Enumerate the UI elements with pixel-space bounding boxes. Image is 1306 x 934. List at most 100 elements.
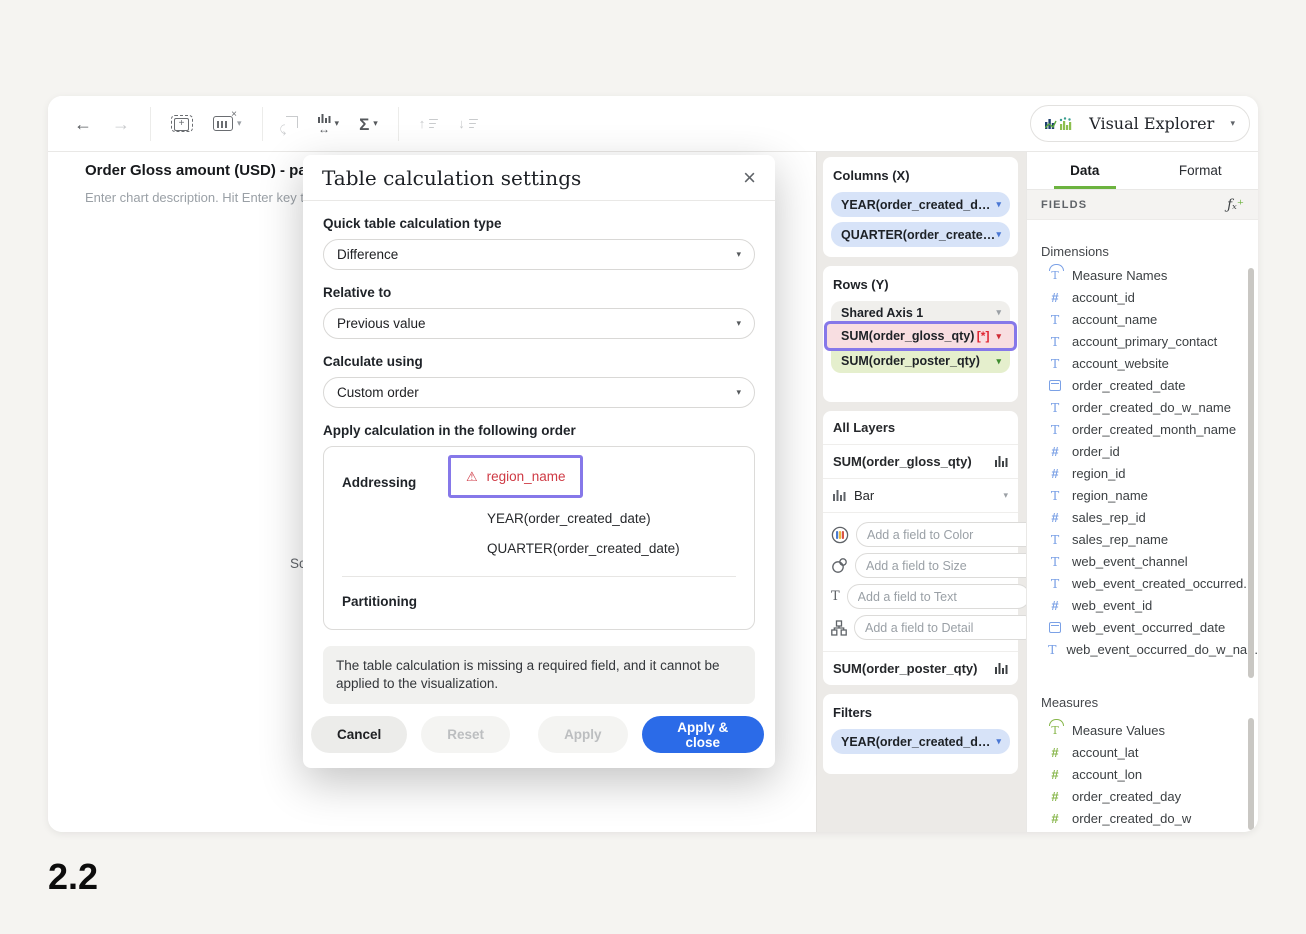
color-icon[interactable] [831, 526, 849, 544]
calc-type-select[interactable]: Difference [323, 239, 755, 270]
list-item[interactable]: account_id [1027, 286, 1258, 308]
calculation-order-box: Addressing region_name YEAR(order_create… [323, 446, 755, 630]
layer-sum-order-poster-qty[interactable]: SUM(order_poster_qty) [823, 651, 1018, 685]
list-item[interactable]: web_event_created_occurred... [1027, 572, 1258, 594]
swap-axes-icon [283, 116, 298, 131]
missing-field-item[interactable]: region_name [448, 455, 583, 498]
dimensions-scrollbar[interactable] [1248, 268, 1254, 678]
addressing-item[interactable]: YEAR(order_created_date) [487, 498, 736, 528]
tab-format[interactable]: Format [1143, 152, 1259, 189]
calc-type-value: Difference [337, 247, 398, 262]
pill-sum-order-poster-qty[interactable]: SUM(order_poster_qty) [831, 349, 1010, 373]
list-item[interactable]: web_event_id [1027, 594, 1258, 616]
detail-field-input[interactable] [854, 615, 1037, 640]
list-item[interactable]: sales_rep_name [1027, 528, 1258, 550]
apply-close-button[interactable]: Apply & close [642, 716, 764, 753]
forward-button[interactable] [112, 115, 130, 133]
add-chart-button[interactable] [171, 115, 193, 132]
field-label: order_id [1072, 444, 1120, 459]
size-icon[interactable] [831, 557, 848, 574]
field-label: web_event_occurred_date [1072, 620, 1225, 635]
text-icon [1048, 488, 1062, 503]
remove-chart-button[interactable] [213, 116, 242, 131]
mark-type-select[interactable]: Bar [823, 478, 1018, 512]
visual-explorer-selector[interactable]: Visual Explorer [1030, 105, 1250, 142]
list-item[interactable]: web_event_occurred_date [1027, 616, 1258, 638]
cancel-button[interactable]: Cancel [311, 716, 407, 753]
list-item[interactable]: account_lon [1027, 763, 1258, 785]
relative-to-select[interactable]: Previous value [323, 308, 755, 339]
measures-scrollbar[interactable] [1248, 718, 1254, 830]
pill-label: SUM(order_gloss_qty) [841, 329, 974, 343]
table-calculation-settings-modal: Table calculation settings Quick table c… [303, 155, 775, 768]
page-footer-label: 2.2 [48, 856, 98, 898]
sort-lines-icon [429, 119, 438, 129]
reset-button[interactable]: Reset [421, 716, 510, 753]
chevron-down-icon [237, 119, 242, 128]
list-item[interactable]: account_primary_contact [1027, 330, 1258, 352]
filters-shelf: Filters YEAR(order_created_date) [823, 694, 1018, 774]
list-item[interactable]: order_created_do_w [1027, 807, 1258, 829]
pill-sum-order-gloss-qty[interactable]: SUM(order_gloss_qty) [*] [827, 324, 1014, 348]
list-item[interactable]: account_name [1027, 308, 1258, 330]
list-item[interactable]: account_lat [1027, 741, 1258, 763]
chart-description-input[interactable]: Enter chart description. Hit Enter key t… [85, 190, 329, 205]
chart-orientation-button[interactable]: ↔ [318, 114, 340, 134]
list-item[interactable]: account_website [1027, 352, 1258, 374]
field-label: sales_rep_name [1072, 532, 1168, 547]
back-button[interactable] [74, 115, 92, 133]
pill-label: Shared Axis 1 [841, 306, 923, 320]
color-field-input[interactable] [856, 522, 1039, 547]
text-field-input[interactable] [847, 584, 1030, 609]
pill-quarter-order-created-date[interactable]: QUARTER(order_created_... [831, 222, 1010, 247]
aggregate-button[interactable] [359, 115, 378, 133]
sort-descending-button[interactable]: ↓ [458, 116, 478, 131]
list-item[interactable]: Measure Values [1027, 719, 1258, 741]
filter-pill-year-order-created-date[interactable]: YEAR(order_created_date) [831, 729, 1010, 754]
list-item[interactable]: order_id [1027, 440, 1258, 462]
calculate-using-select[interactable]: Custom order [323, 377, 755, 408]
pill-label: YEAR(order_created_date) [841, 735, 996, 749]
list-item[interactable]: order_created_date [1027, 374, 1258, 396]
list-item[interactable]: order_created_day [1027, 785, 1258, 807]
apply-button[interactable]: Apply [538, 716, 628, 753]
encodings: T [823, 512, 1018, 651]
list-item[interactable]: order_created_month_name [1027, 418, 1258, 440]
list-item[interactable] [1027, 829, 1258, 832]
chevron-down-icon[interactable] [996, 737, 1001, 746]
list-item[interactable]: region_id [1027, 462, 1258, 484]
list-item[interactable]: order_created_do_w_name [1027, 396, 1258, 418]
warning-icon [466, 470, 478, 483]
list-item[interactable]: sales_rep_id [1027, 506, 1258, 528]
warning-message: The table calculation is missing a requi… [323, 646, 755, 704]
list-item[interactable]: web_event_channel [1027, 550, 1258, 572]
toolbar: ↔ ↑ ↓ [48, 96, 1258, 152]
bar-chart-icon [833, 490, 846, 501]
bar-chart-icon [995, 456, 1008, 467]
detail-icon[interactable] [831, 620, 847, 636]
chevron-down-icon[interactable] [996, 230, 1001, 239]
shared-axis-pill[interactable]: Shared Axis 1 [831, 301, 1010, 324]
fields-list: Dimensions Measure Names account_id acco… [1027, 220, 1258, 832]
pill-year-order-created-date[interactable]: YEAR(order_created_date) [831, 192, 1010, 217]
sort-ascending-button[interactable]: ↑ [419, 116, 439, 131]
list-item[interactable]: region_name [1027, 484, 1258, 506]
list-item[interactable]: web_event_occurred_do_w_na... [1027, 638, 1258, 660]
text-icon[interactable]: T [831, 589, 840, 604]
size-field-input[interactable] [855, 553, 1038, 578]
close-icon[interactable] [743, 167, 756, 189]
chevron-down-icon[interactable] [996, 308, 1001, 317]
chart-title[interactable]: Order Gloss amount (USD) - pane [85, 162, 324, 179]
add-formula-icon[interactable] [1227, 197, 1244, 213]
number-icon [1048, 598, 1062, 613]
chevron-down-icon[interactable] [996, 200, 1001, 209]
chevron-down-icon[interactable] [996, 357, 1001, 366]
tab-data[interactable]: Data [1027, 152, 1143, 189]
field-label: order_created_do_w [1072, 811, 1191, 826]
addressing-item[interactable]: QUARTER(order_created_date) [487, 528, 736, 558]
layer-sum-order-gloss-qty[interactable]: SUM(order_gloss_qty) [823, 444, 1018, 478]
swap-axes-button[interactable] [283, 116, 298, 131]
chevron-down-icon[interactable] [996, 332, 1001, 341]
list-item[interactable]: Measure Names [1027, 264, 1258, 286]
toolbar-divider [150, 107, 151, 141]
